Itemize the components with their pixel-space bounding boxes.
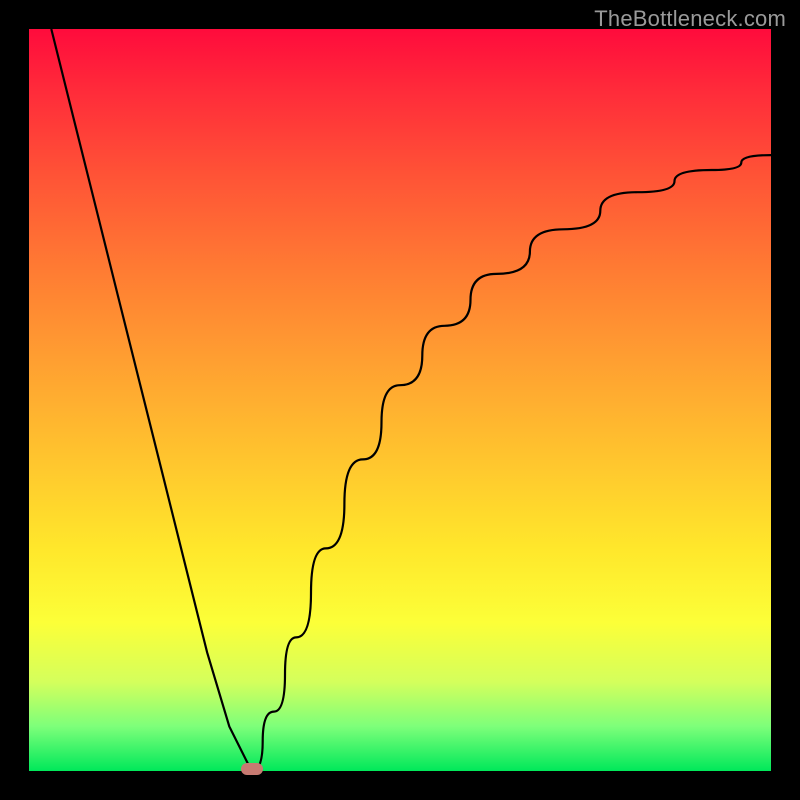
- curve-layer: [29, 29, 771, 771]
- plot-area: [29, 29, 771, 771]
- chart-frame: TheBottleneck.com: [0, 0, 800, 800]
- left-branch-line: [51, 29, 251, 771]
- right-branch-line: [252, 155, 771, 771]
- min-marker: [241, 763, 263, 775]
